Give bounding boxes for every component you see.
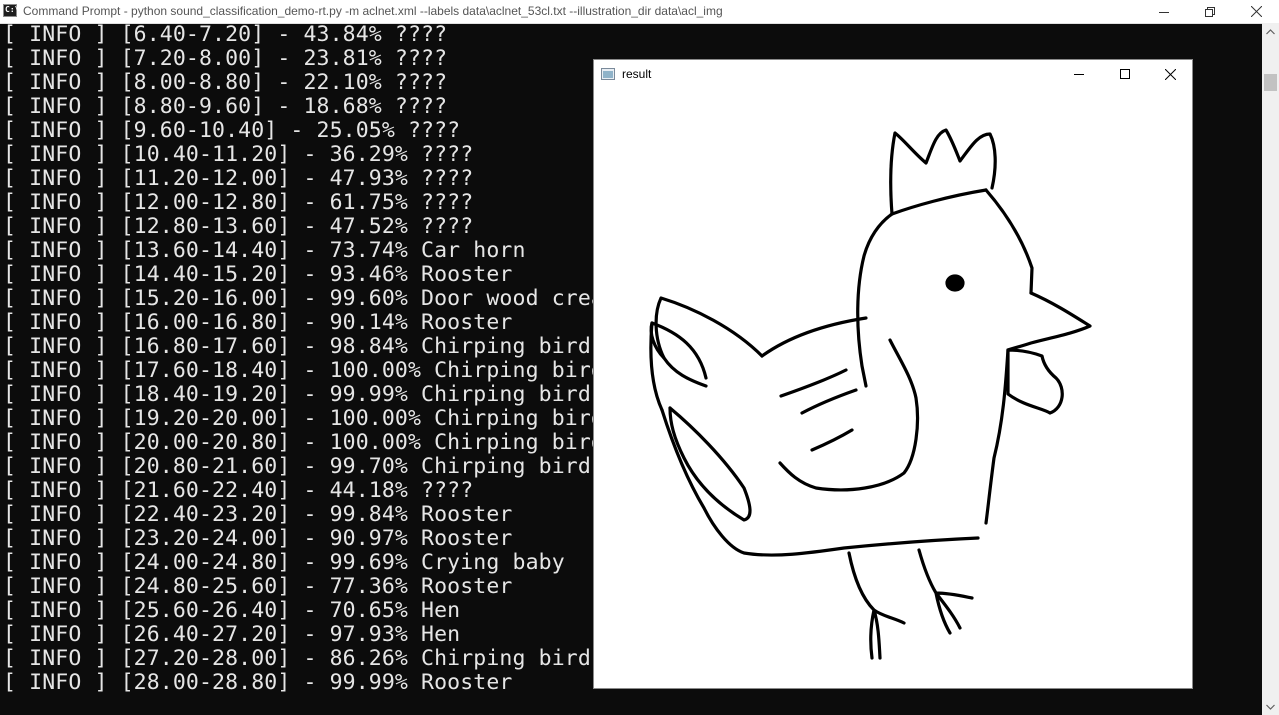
rooster-comb bbox=[889, 128, 997, 216]
result-close-button[interactable] bbox=[1147, 60, 1193, 88]
result-minimize-button[interactable] bbox=[1056, 60, 1102, 88]
console-line: [ INFO ] [13.60-14.40] - 73.74% Car horn bbox=[3, 238, 526, 263]
minimize-icon bbox=[1159, 11, 1169, 13]
console-line: [ INFO ] [24.00-24.80] - 99.69% Crying b… bbox=[3, 550, 565, 575]
console-line: [ INFO ] [24.80-25.60] - 77.36% Rooster bbox=[3, 574, 513, 599]
console-line: [ INFO ] [9.60-10.40] - 25.05% ???? bbox=[3, 118, 461, 143]
console-line: [ INFO ] [14.40-15.20] - 93.46% Rooster bbox=[3, 262, 513, 287]
rooster-illustration bbox=[649, 128, 1092, 660]
rooster-eye bbox=[945, 274, 965, 292]
console-line: [ INFO ] [12.00-12.80] - 61.75% ???? bbox=[3, 190, 474, 215]
rooster-leg-right bbox=[917, 548, 974, 635]
console-line: [ INFO ] [20.80-21.60] - 99.70% Chirping… bbox=[3, 454, 604, 479]
console-line: [ INFO ] [12.80-13.60] - 47.52% ???? bbox=[3, 214, 474, 239]
console-titlebar[interactable]: C:\ Command Prompt - python sound_classi… bbox=[0, 0, 1279, 24]
console-line: [ INFO ] [20.00-20.80] - 100.00% Chirpin… bbox=[3, 430, 618, 455]
console-line: [ INFO ] [19.20-20.00] - 100.00% Chirpin… bbox=[3, 406, 618, 431]
console-line: [ INFO ] [27.20-28.00] - 86.26% Chirping… bbox=[3, 646, 604, 671]
rooster-tail-upper bbox=[654, 296, 764, 388]
result-window[interactable]: result bbox=[593, 59, 1193, 689]
maximize-icon bbox=[1120, 69, 1130, 79]
scroll-up-button[interactable] bbox=[1262, 23, 1279, 40]
console-line: [ INFO ] [6.40-7.20] - 43.84% ???? bbox=[3, 23, 448, 47]
console-line: [ INFO ] [8.00-8.80] - 22.10% ???? bbox=[3, 70, 448, 95]
rooster-wattle bbox=[1006, 348, 1064, 415]
console-window-title: Command Prompt - python sound_classifica… bbox=[23, 4, 723, 18]
rooster-belly bbox=[660, 408, 980, 557]
console-line: [ INFO ] [17.60-18.40] - 100.00% Chirpin… bbox=[3, 358, 618, 383]
console-line: [ INFO ] [11.20-12.00] - 47.93% ???? bbox=[3, 166, 474, 191]
console-line: [ INFO ] [18.40-19.20] - 99.99% Chirping… bbox=[3, 382, 604, 407]
console-line: [ INFO ] [21.60-22.40] - 44.18% ???? bbox=[3, 478, 474, 503]
result-window-titlebar[interactable]: result bbox=[594, 60, 1192, 88]
close-button[interactable] bbox=[1233, 0, 1279, 23]
rooster-wing-line-2 bbox=[800, 388, 858, 415]
rooster-outline bbox=[856, 212, 894, 388]
minimize-button[interactable] bbox=[1141, 0, 1187, 23]
minimize-icon bbox=[1074, 74, 1084, 75]
restore-button[interactable] bbox=[1187, 0, 1233, 23]
console-line: [ INFO ] [16.00-16.80] - 90.14% Rooster bbox=[3, 310, 513, 335]
rooster-wing bbox=[778, 338, 920, 492]
command-prompt-icon-text: C:\ bbox=[5, 5, 20, 14]
rooster-wing-line-1 bbox=[779, 368, 848, 398]
console-line: [ INFO ] [7.20-8.00] - 23.81% ???? bbox=[3, 46, 448, 71]
console-line: [ INFO ] [8.80-9.60] - 18.68% ???? bbox=[3, 94, 448, 119]
chevron-down-icon bbox=[1266, 704, 1275, 710]
window-app-icon bbox=[601, 68, 615, 80]
console-line: [ INFO ] [28.00-28.80] - 99.99% Rooster bbox=[3, 670, 513, 695]
restore-icon bbox=[1205, 6, 1215, 17]
command-prompt-icon: C:\ bbox=[3, 4, 20, 17]
rooster-head-front bbox=[984, 188, 1034, 295]
result-window-title: result bbox=[622, 67, 652, 81]
console-scrollbar[interactable] bbox=[1262, 23, 1279, 715]
rooster-wing-line-3 bbox=[810, 428, 854, 452]
console-line: [ INFO ] [15.20-16.00] - 99.60% Door woo… bbox=[3, 286, 631, 311]
rooster-beak bbox=[1006, 291, 1092, 352]
console-line: [ INFO ] [10.40-11.20] - 36.29% ???? bbox=[3, 142, 474, 167]
console-line: [ INFO ] [25.60-26.40] - 70.65% Hen bbox=[3, 598, 461, 623]
console-line: [ INFO ] [26.40-27.20] - 97.93% Hen bbox=[3, 622, 461, 647]
scroll-thumb[interactable] bbox=[1264, 74, 1277, 91]
chevron-up-icon bbox=[1266, 28, 1275, 34]
result-maximize-button[interactable] bbox=[1102, 60, 1148, 88]
console-line: [ INFO ] [16.80-17.60] - 98.84% Chirping… bbox=[3, 334, 604, 359]
console-line: [ INFO ] [22.40-23.20] - 99.84% Rooster bbox=[3, 502, 513, 527]
console-line: [ INFO ] [23.20-24.00] - 90.97% Rooster bbox=[3, 526, 513, 551]
rooster-leg-left bbox=[847, 551, 906, 660]
rooster-tail-middle bbox=[649, 321, 708, 380]
scroll-down-button[interactable] bbox=[1262, 698, 1279, 715]
rooster-chest bbox=[984, 348, 1010, 525]
close-icon bbox=[1164, 68, 1176, 80]
close-icon bbox=[1250, 6, 1262, 17]
rooster-back bbox=[760, 316, 868, 358]
